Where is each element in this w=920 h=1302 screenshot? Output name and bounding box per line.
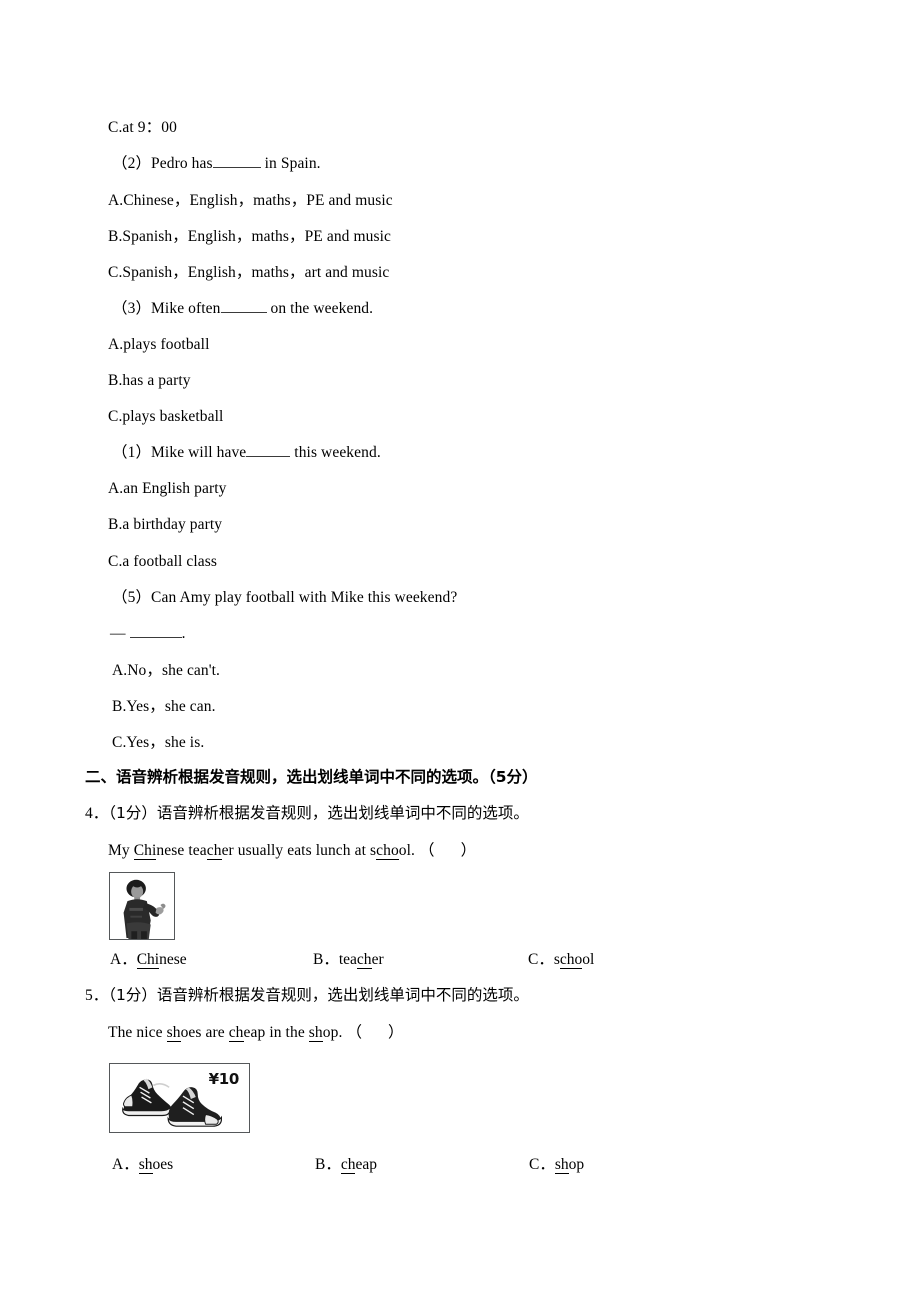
question-1-stem: （1）Mike will have this weekend. (112, 445, 381, 461)
sentence-part-4: ol. (398, 842, 416, 859)
option-c-pre: s (553, 951, 560, 968)
answer-paren-close: ） (460, 841, 477, 859)
option-line-c-at-9: C.at 9：00 (108, 119, 177, 136)
question-2-stem-after: in Spain. (264, 155, 321, 172)
question-4-marks: （1分） (108, 804, 157, 822)
answer-blank (220, 312, 267, 313)
question-3-stem-after: on the weekend. (270, 300, 374, 317)
underlined-letters: sh (138, 1156, 153, 1174)
question-5-option-b[interactable]: B．cheap (315, 1156, 377, 1174)
question-3-option-a: A.plays football (108, 336, 210, 353)
sentence-part-1: My (108, 842, 134, 859)
question-5-prompt: 语音辨析根据发音规则，选出划线单词中不同的选项。 (156, 986, 529, 1004)
question-5-option-a: A.No，she can't. (112, 662, 221, 679)
teacher-photo-graphic (110, 873, 174, 939)
underlined-letters-sh: sh (166, 1024, 181, 1042)
teacher-photo (109, 872, 175, 940)
question-5-header: 5．（1分）语音辨析根据发音规则，选出划线单词中不同的选项。 (85, 986, 529, 1004)
question-4-sentence: My Chinese teacher usually eats lunch at… (108, 841, 477, 860)
option-b-label: B． (315, 1156, 341, 1173)
question-5-option-b: B.Yes，she can. (112, 698, 216, 715)
section-two-heading: 二、语音辨析根据发音规则，选出划线单词中不同的选项。（5分） (85, 768, 538, 786)
question-4-option-a[interactable]: A．Chinese (110, 951, 187, 969)
answer-blank (246, 456, 291, 457)
underlined-letters: sh (554, 1156, 569, 1174)
sentence-part-2: nese tea (156, 842, 207, 859)
question-3-option-c: C.plays basketball (108, 408, 224, 425)
question-1-option-a: A.an English party (108, 480, 227, 497)
sentence-part-4: op. (322, 1024, 343, 1041)
question-2-option-b: B.Spanish，English，maths，PE and music (108, 228, 392, 245)
answer-paren-open: （ (419, 841, 435, 859)
option-b-label: B． (313, 951, 339, 968)
option-c-rest: ol (582, 951, 595, 968)
option-c-label: C． (528, 951, 554, 968)
option-b-rest: eap (355, 1156, 377, 1173)
question-4-prompt: 语音辨析根据发音规则，选出划线单词中不同的选项。 (156, 804, 529, 822)
answer-paren-close: ） (388, 1023, 404, 1041)
question-4-header: 4．（1分）语音辨析根据发音规则，选出划线单词中不同的选项。 (85, 804, 529, 822)
underlined-letters-ch: ch (228, 1024, 244, 1042)
option-a-label: A． (110, 951, 137, 968)
question-3-option-b: B.has a party (108, 372, 191, 389)
question-5-sentence: The nice shoes are cheap in the shop. （） (108, 1023, 404, 1042)
question-5-option-c: C.Yes，she is. (112, 734, 205, 751)
question-1-option-c: C.a football class (108, 553, 217, 570)
answer-paren-open: （ (346, 1023, 363, 1041)
option-c-label: C． (529, 1156, 555, 1173)
option-b-rest: er (371, 951, 384, 968)
answer-blank (129, 637, 182, 638)
question-5-answer-line: — . (110, 626, 186, 642)
sentence-part-3: eap in the (243, 1024, 309, 1041)
question-5-stem: （5）Can Amy play football with Mike this … (112, 589, 458, 606)
sentence-part-3: er usually eats lunch at s (221, 842, 377, 859)
shoes-photo: ¥10 (109, 1063, 250, 1133)
document-page: C.at 9：00 （2）Pedro has in Spain. A.Chine… (0, 0, 920, 1302)
option-a-rest: oes (152, 1156, 174, 1173)
question-5-option-a[interactable]: A．shoes (112, 1156, 174, 1174)
question-1-stem-before: （1）Mike will have (112, 444, 247, 461)
question-2-stem: （2）Pedro has in Spain. (112, 156, 321, 172)
question-5-marks: （1分） (108, 986, 157, 1004)
question-1-option-b: B.a birthday party (108, 516, 223, 533)
underlined-letters-sh-2: sh (308, 1024, 323, 1042)
question-2-option-a: A.Chinese，English，maths，PE and music (108, 192, 393, 209)
question-1-stem-after: this weekend. (294, 444, 381, 461)
em-dash: — (110, 625, 126, 642)
question-5-number: 5． (85, 987, 109, 1004)
underlined-letters-ch: ch (206, 842, 222, 860)
question-2-stem-before: （2）Pedro has (112, 155, 213, 172)
question-4-option-c[interactable]: C．school (528, 951, 595, 969)
option-a-label: A． (112, 1156, 139, 1173)
underlined-letters: Chi (136, 951, 160, 969)
answer-blank (212, 167, 261, 168)
question-5-option-c[interactable]: C．shop (529, 1156, 585, 1174)
option-c-rest: op (568, 1156, 585, 1173)
underlined-letters-chi: Chi (133, 842, 157, 860)
price-label: ¥10 (208, 1070, 240, 1088)
underlined-letters-cho: cho (376, 842, 399, 860)
period: . (181, 625, 186, 642)
question-4-option-b[interactable]: B．teacher (313, 951, 384, 969)
question-3-stem-before: （3）Mike often (112, 300, 221, 317)
sentence-part-1: The nice (108, 1024, 167, 1041)
question-2-option-c: C.Spanish，English，maths，art and music (108, 264, 390, 281)
question-3-stem: （3）Mike often on the weekend. (112, 301, 373, 317)
option-b-pre: tea (338, 951, 357, 968)
underlined-letters: ch (340, 1156, 356, 1174)
underlined-letters: ch (356, 951, 372, 969)
underlined-letters: cho (559, 951, 583, 969)
option-a-rest: nese (159, 951, 187, 968)
sentence-part-2: oes are (180, 1024, 229, 1041)
question-4-number: 4． (85, 805, 109, 822)
